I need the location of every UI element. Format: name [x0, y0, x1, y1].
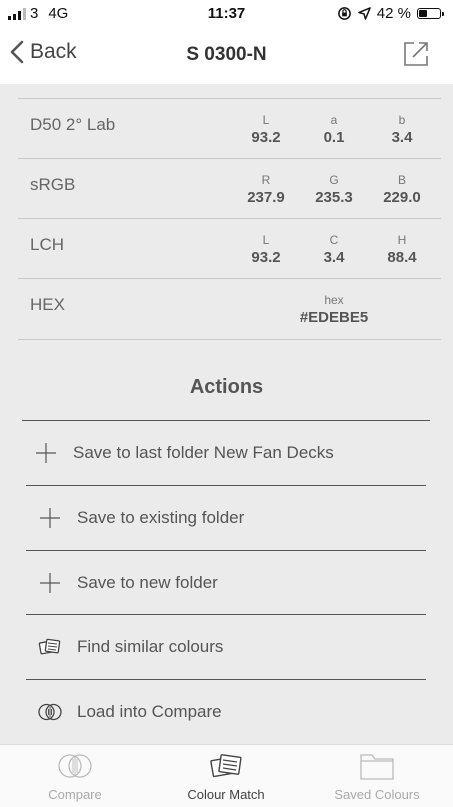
save-to-new-folder-button[interactable]: Save to new folder — [26, 550, 426, 615]
compare-circles-icon — [58, 754, 92, 778]
srgb-g-value: 235.3 — [315, 189, 353, 206]
location-arrow-icon — [357, 7, 371, 20]
row-label: sRGB — [30, 175, 76, 194]
tab-compare[interactable]: Compare — [0, 745, 150, 807]
lch-l-value: 93.2 — [251, 249, 281, 266]
load-into-compare-button[interactable]: Load into Compare — [26, 679, 426, 744]
plus-icon — [40, 508, 60, 528]
row-label: LCH — [30, 235, 65, 254]
page-title: S 0300-N — [186, 44, 267, 65]
battery-percent: 42 % — [376, 5, 411, 22]
tab-colour-match[interactable]: Colour Match — [151, 745, 301, 807]
lch-c-key: C — [329, 233, 339, 247]
compare-circles-icon — [38, 703, 62, 721]
save-to-existing-folder-button[interactable]: Save to existing folder — [26, 485, 426, 550]
lab-b-value: 3.4 — [391, 129, 413, 146]
tab-label: Saved Colours — [334, 787, 420, 802]
save-to-last-folder-button[interactable]: Save to last folder New Fan Decks — [22, 420, 430, 485]
actions-heading: Actions — [189, 376, 264, 398]
tab-saved-colours[interactable]: Saved Colours — [302, 745, 452, 807]
lab-b-key: b — [398, 113, 406, 127]
battery-icon — [417, 8, 444, 19]
plus-icon — [36, 443, 56, 463]
srgb-r-key: R — [261, 173, 271, 187]
row-label: HEX — [30, 295, 65, 314]
rotation-lock-icon — [337, 7, 351, 20]
row-label: D50 2° Lab — [30, 115, 116, 134]
colour-details-scroll[interactable]: D50 2° Lab L 93.2 a 0.1 b 3.4 sRGB R 237.9 G… — [0, 84, 453, 744]
status-bar: 3 4G 11:37 42 % — [0, 0, 453, 28]
action-label: Find similar colours — [77, 637, 224, 656]
share-icon — [404, 42, 428, 66]
hex-value: #EDEBE5 — [299, 309, 369, 326]
lab-a-key: a — [330, 113, 338, 127]
status-right: 42 % — [337, 5, 444, 22]
share-button[interactable] — [403, 41, 429, 72]
tab-bar: Compare Colour Match Saved Colours — [0, 744, 453, 807]
hex-key: hex — [324, 293, 344, 307]
action-label: Save to new folder — [77, 573, 218, 592]
action-label: Save to existing folder — [77, 508, 245, 527]
srgb-b-value: 229.0 — [383, 189, 421, 206]
lch-c-value: 3.4 — [323, 249, 345, 266]
lab-l-key: L — [262, 113, 270, 127]
colour-cards-icon — [38, 638, 61, 655]
lch-l-key: L — [262, 233, 270, 247]
colour-cards-icon — [210, 754, 242, 778]
srgb-row: sRGB R 237.9 G 235.3 B 229.0 — [18, 158, 441, 219]
tab-label: Colour Match — [187, 787, 265, 802]
lab-row: D50 2° Lab L 93.2 a 0.1 b 3.4 — [18, 98, 441, 159]
lch-h-key: H — [397, 233, 407, 247]
srgb-b-key: B — [397, 173, 406, 187]
action-label: Save to last folder New Fan Decks — [73, 443, 334, 462]
lch-row: LCH L 93.2 C 3.4 H 88.4 — [18, 218, 441, 279]
lab-a-value: 0.1 — [323, 129, 345, 146]
navigation-bar: Back S 0300-N — [0, 28, 453, 84]
lch-h-value: 88.4 — [387, 249, 417, 266]
plus-icon — [40, 573, 60, 593]
srgb-r-value: 237.9 — [247, 189, 285, 206]
action-label: Load into Compare — [77, 702, 222, 721]
lab-l-value: 93.2 — [251, 129, 281, 146]
srgb-g-key: G — [329, 173, 339, 187]
hex-row: HEX hex #EDEBE5 — [18, 278, 441, 340]
find-similar-colours-button[interactable]: Find similar colours — [26, 614, 426, 679]
folder-icon — [360, 754, 394, 780]
tab-label: Compare — [48, 787, 102, 802]
